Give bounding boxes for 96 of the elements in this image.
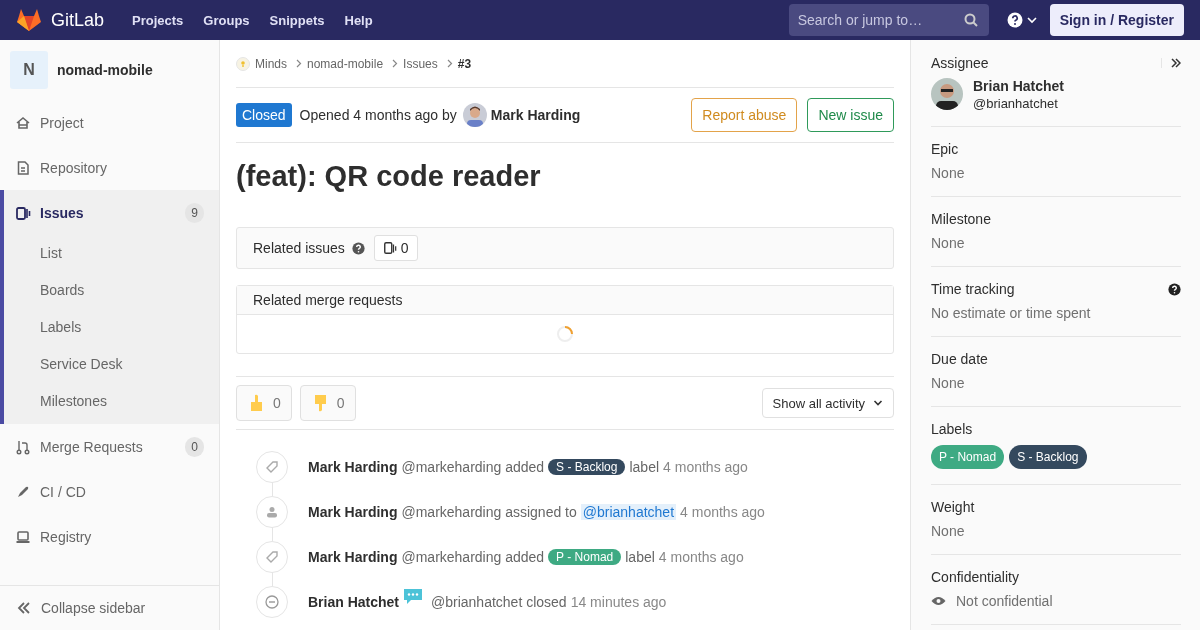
section-title: Time tracking (931, 281, 1015, 297)
author-name[interactable]: Mark Harding (308, 503, 398, 520)
panel-title: Related merge requests (253, 292, 403, 308)
loading-spinner-icon (556, 325, 574, 343)
count-badge: 0 (185, 436, 204, 457)
merge-icon (15, 438, 31, 455)
issues-icon (15, 204, 31, 221)
sidebar-item[interactable]: Registry (4, 514, 219, 559)
issue-count-badge: 0 (373, 235, 418, 261)
section-title: Weight (931, 499, 975, 515)
document-icon (15, 159, 31, 176)
breadcrumb-link[interactable]: nomad-mobile (307, 56, 384, 71)
thumbs-up-button[interactable]: 0 (236, 385, 292, 421)
search-icon (963, 13, 978, 27)
activity-text: @markeharding added (401, 458, 545, 475)
brand-name[interactable]: GitLab (51, 9, 105, 31)
assignee-handle: @brianhatchet (973, 96, 1059, 111)
panel-title: Related issues (253, 240, 345, 256)
project-name[interactable]: nomad-mobile (57, 62, 153, 78)
tag-icon (256, 450, 288, 483)
label-tag[interactable]: S - Backlog (1009, 445, 1087, 469)
section-value: None (931, 375, 966, 391)
section-title: Assignee (931, 55, 989, 71)
minus-circle-icon (256, 585, 288, 618)
double-chevron-icon (17, 602, 31, 614)
chevron-down-icon (1026, 16, 1037, 24)
activity-text: @markeharding added (401, 548, 545, 565)
sidebar-subitem[interactable]: Labels (4, 309, 219, 346)
chevron-icon (296, 59, 302, 68)
status-badge: Closed (236, 103, 292, 127)
section-value: Not confidential (956, 593, 1053, 609)
double-chevron-icon[interactable] (1161, 58, 1181, 68)
sidebar-subitem[interactable]: Milestones (4, 383, 219, 420)
sidebar-item[interactable]: Issues 9 (4, 190, 219, 235)
activity-text: label (625, 548, 655, 565)
nav-link[interactable]: Projects (122, 12, 194, 28)
new-issue-button[interactable]: New issue (807, 98, 894, 132)
chevron-down-icon (873, 399, 883, 407)
search-field[interactable]: Search or jump to… (788, 4, 989, 36)
chevron-icon (446, 59, 453, 68)
nav-link[interactable]: Help (334, 12, 383, 28)
count-badge: 9 (185, 202, 204, 223)
help-icon[interactable] (351, 241, 365, 255)
nav-link[interactable]: Snippets (259, 12, 335, 28)
eye-icon (931, 596, 946, 606)
author-name[interactable]: Mark Harding (308, 458, 398, 475)
section-title: Due date (931, 351, 988, 367)
breadcrumb-link[interactable]: Issues (403, 56, 438, 71)
thumbs-down-button[interactable]: 0 (299, 385, 356, 421)
activity-text: @markeharding assigned to (401, 503, 577, 520)
help-icon[interactable] (1168, 282, 1181, 296)
house-icon (15, 114, 31, 131)
user-mention-link[interactable]: @brianhatchet (580, 503, 677, 520)
activity-text: @brianhatchet closed (431, 593, 567, 610)
opened-text: Opened 4 months ago by (299, 107, 457, 123)
group-avatar-icon (236, 56, 250, 71)
user-icon (256, 495, 288, 528)
breadcrumb-link[interactable]: Minds (255, 56, 287, 71)
sidebar-item[interactable]: Project (4, 100, 219, 145)
assignee-avatar[interactable] (931, 78, 963, 110)
help-dropdown[interactable] (1006, 12, 1037, 28)
section-title: Confidentiality (931, 569, 1019, 585)
timestamp: 14 minutes ago (570, 593, 667, 610)
author-name[interactable]: Mark Harding (308, 548, 398, 565)
sidebar-subitem[interactable]: List (4, 235, 219, 272)
nav-link[interactable]: Groups (193, 12, 260, 28)
project-avatar[interactable]: N (10, 51, 48, 89)
section-title: Epic (931, 141, 959, 157)
sidebar-subitem[interactable]: Boards (4, 272, 219, 309)
activity-filter-dropdown[interactable]: Show all activity (761, 388, 894, 418)
section-title: Milestone (931, 211, 991, 227)
chevron-icon (392, 59, 399, 68)
fox-logo-icon[interactable] (16, 8, 42, 32)
sidebar-item[interactable]: Merge Requests 0 (4, 424, 219, 469)
breadcrumb-link[interactable]: #3 (457, 56, 472, 71)
sidebar-item[interactable]: Repository (4, 145, 219, 190)
timestamp: 4 months ago (680, 503, 765, 520)
section-value: None (931, 523, 966, 539)
section-title: Labels (931, 421, 973, 437)
timestamp: 4 months ago (663, 458, 748, 475)
assignee-name[interactable]: Brian Hatchet (973, 78, 1065, 94)
tag-icon (256, 540, 288, 573)
author-name[interactable]: Mark Harding (490, 107, 581, 123)
timestamp: 4 months ago (658, 548, 744, 565)
author-avatar[interactable] (462, 103, 487, 127)
sidebar-item[interactable]: CI / CD (4, 469, 219, 514)
sidebar-subitem[interactable]: Service Desk (4, 346, 219, 383)
activity-text: label (629, 458, 660, 475)
section-value: No estimate or time spent (931, 305, 1092, 321)
sign-in-button[interactable]: Sign in / Register (1049, 4, 1184, 36)
section-value: None (931, 165, 966, 181)
section-value: None (931, 235, 966, 251)
laptop-icon (15, 528, 31, 545)
author-name[interactable]: Brian Hatchet (308, 593, 400, 610)
issue-title: (feat): QR code reader (236, 159, 542, 193)
label-tag[interactable]: S - Backlog (548, 458, 626, 475)
